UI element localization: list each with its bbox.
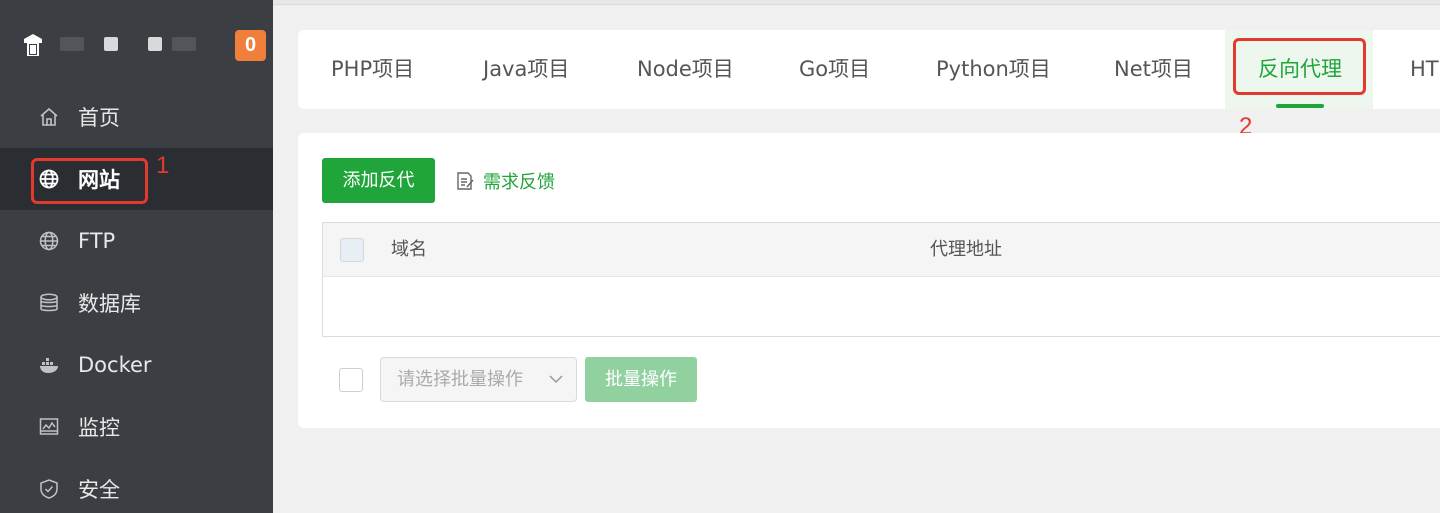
sidebar-item-label: FTP: [78, 229, 116, 253]
sidebar-item-label: 安全: [78, 478, 120, 502]
tab-html[interactable]: HT: [1410, 30, 1439, 109]
sidebar-item-database[interactable]: 数据库: [0, 272, 273, 334]
tab-php[interactable]: PHP项目: [331, 30, 414, 109]
logo-icon: [24, 34, 42, 56]
tab-python[interactable]: Python项目: [936, 30, 1051, 109]
sidebar-item-monitor[interactable]: 监控: [0, 396, 273, 458]
blurred-hostname: [104, 37, 118, 51]
sidebar-item-label: 首页: [78, 106, 120, 130]
feedback-link[interactable]: 需求反馈: [455, 168, 555, 194]
batch-select-checkbox[interactable]: [339, 368, 363, 392]
batch-operation-select[interactable]: 请选择批量操作: [380, 357, 577, 402]
feedback-label: 需求反馈: [483, 172, 555, 193]
blurred-hostname: [60, 37, 84, 51]
tab-node[interactable]: Node项目: [637, 30, 734, 109]
annotation-box-reverse-proxy: [1233, 38, 1366, 95]
shield-icon: [38, 478, 60, 500]
home-icon: [38, 106, 60, 128]
annotation-number-1: 1: [156, 152, 170, 179]
sidebar-item-label: 数据库: [78, 292, 141, 316]
tab-go[interactable]: Go项目: [799, 30, 870, 109]
blurred-hostname: [148, 37, 162, 51]
chevron-down-icon: [549, 375, 563, 384]
sidebar-item-docker[interactable]: Docker: [0, 334, 273, 396]
sidebar-item-security[interactable]: 安全: [0, 458, 273, 513]
blurred-hostname: [172, 37, 196, 51]
select-all-checkbox[interactable]: [340, 238, 364, 262]
add-reverse-proxy-button[interactable]: 添加反代: [322, 158, 435, 203]
sidebar-item-ftp[interactable]: FTP: [0, 210, 273, 272]
notification-badge[interactable]: 0: [235, 30, 266, 61]
ftp-icon: [38, 230, 60, 252]
sidebar-item-label: Docker: [78, 353, 152, 377]
batch-select-placeholder: 请选择批量操作: [397, 369, 523, 390]
batch-operation-button[interactable]: 批量操作: [585, 357, 697, 402]
tab-java[interactable]: Java项目: [483, 30, 569, 109]
sidebar-item-label: 监控: [78, 416, 120, 440]
logo-row: 0: [0, 0, 273, 88]
sidebar: 0 首页 网站 FTP 数据库 Docker 监控 安全: [0, 0, 273, 513]
docker-icon: [38, 354, 60, 376]
annotation-box-website: [31, 158, 148, 204]
edit-note-icon: [457, 172, 474, 190]
sidebar-item-home[interactable]: 首页: [0, 86, 273, 148]
tab-net[interactable]: Net项目: [1114, 30, 1193, 109]
table-header: 域名 代理地址: [323, 223, 1440, 277]
top-bar: [273, 0, 1440, 5]
monitor-icon: [38, 416, 60, 438]
database-icon: [38, 292, 60, 314]
proxy-table: 域名 代理地址: [322, 222, 1440, 337]
column-domain: 域名: [391, 239, 427, 260]
active-tab-indicator: [1276, 104, 1324, 108]
column-proxy-address: 代理地址: [930, 239, 1002, 260]
